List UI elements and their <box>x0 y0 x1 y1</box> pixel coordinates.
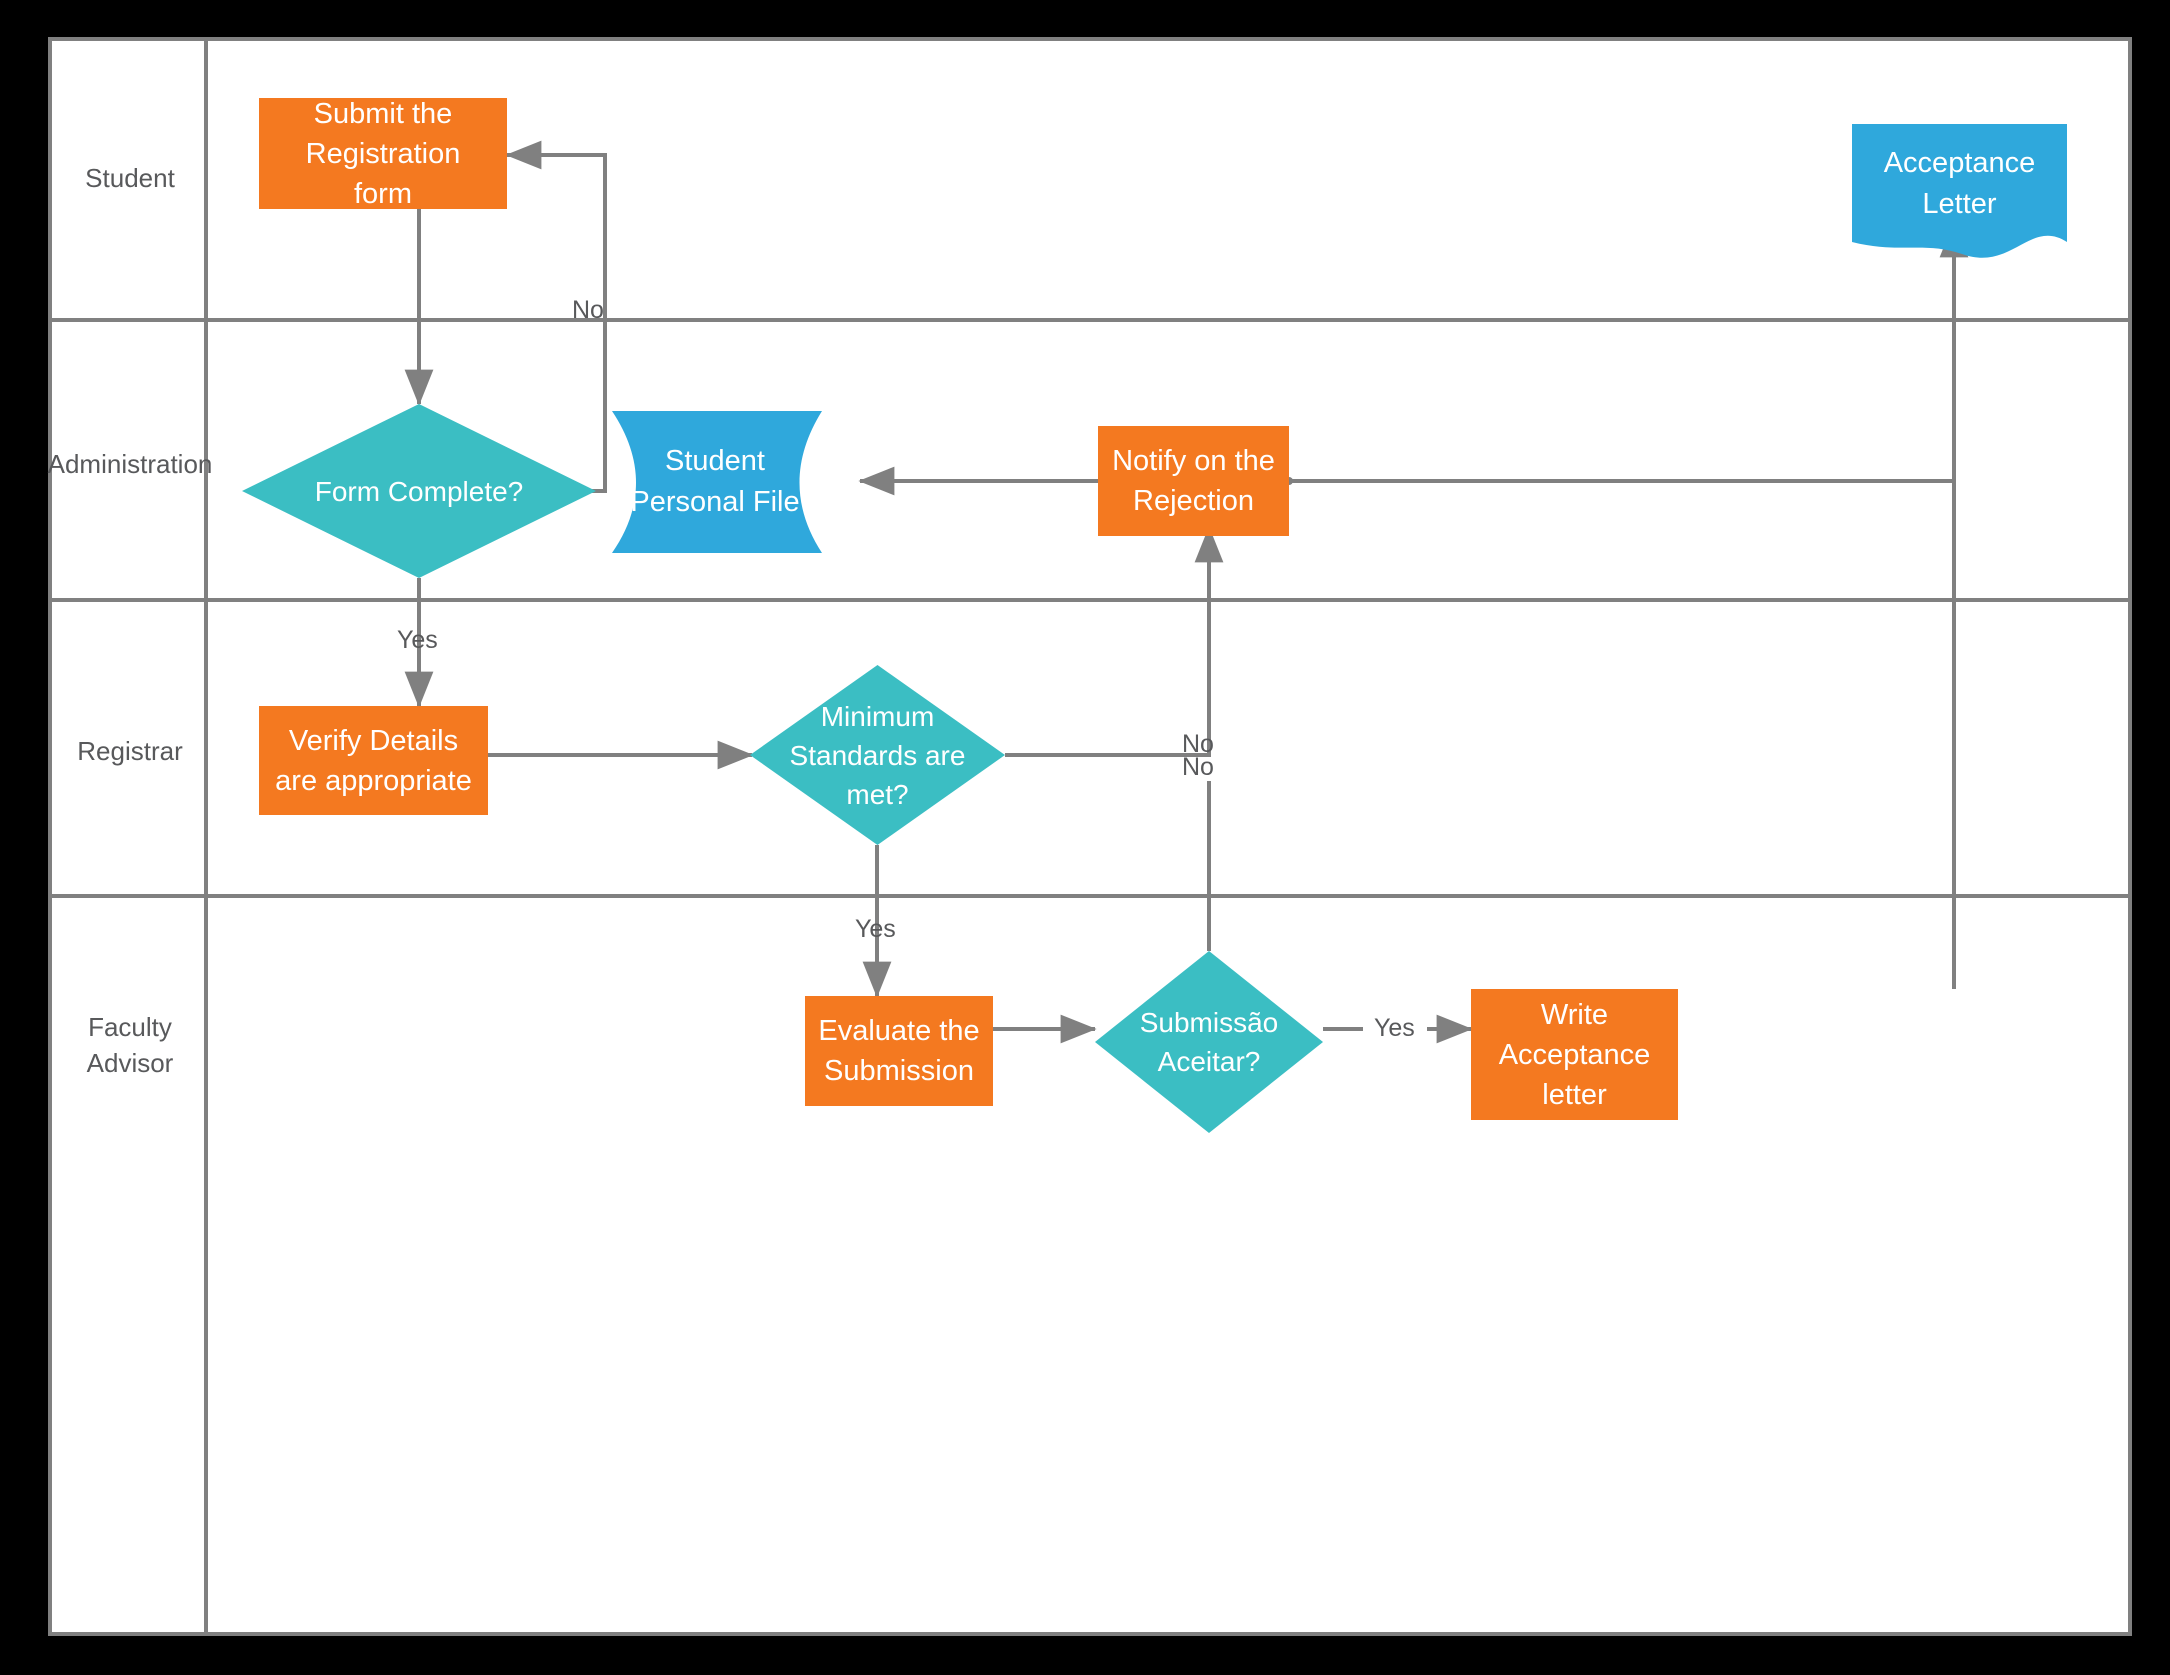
lane-label-faculty-advisor: Faculty Advisor <box>42 1009 218 1081</box>
edge-label-min-standards-yes: Yes <box>855 915 896 943</box>
edge-minstandards-no-to-notify <box>1005 526 1224 757</box>
node-label: Acceptance Letter <box>1883 147 2036 220</box>
edge-label-min-standards-no-lower: No <box>1182 753 1214 781</box>
lane-label-registrar: Registrar <box>77 736 183 766</box>
node-submit-registration-form[interactable]: Submit the Registration form <box>259 98 507 210</box>
node-minimum-standards-are-met[interactable]: Minimum Standards are met? <box>750 665 1005 845</box>
node-notify-on-the-rejection[interactable]: Notify on the Rejection <box>1098 426 1289 536</box>
diagram-canvas: Student Administration Registrar Faculty… <box>0 0 2170 1675</box>
lane-separator-1 <box>52 318 2128 322</box>
node-acceptance-letter[interactable]: Acceptance Letter <box>1852 124 2067 264</box>
node-label: Submissão Aceitar? <box>1139 1007 1279 1077</box>
node-write-acceptance-letter[interactable]: Write Acceptance letter <box>1471 989 1678 1120</box>
node-label: Minimum Standards are met? <box>789 700 966 810</box>
node-submissao-aceitar[interactable]: Submissão Aceitar? <box>1095 951 1323 1133</box>
connector-layer <box>404 140 1969 1640</box>
node-evaluate-the-submission[interactable]: Evaluate the Submission <box>805 996 993 1106</box>
lane-separator-2 <box>52 598 2128 602</box>
node-label: Student Personal File <box>630 445 800 518</box>
node-label: Evaluate the Submission <box>818 1015 980 1087</box>
node-verify-details-are-appropriate[interactable]: Verify Details are appropriate <box>259 706 488 815</box>
node-label: Submit the Registration form <box>305 97 461 210</box>
node-label: Notify on the Rejection <box>1112 445 1275 517</box>
node-student-personal-file[interactable]: Student Personal File <box>612 411 860 553</box>
node-label: Write Acceptance letter <box>1498 998 1651 1111</box>
node-form-complete[interactable]: Form Complete? <box>242 404 596 578</box>
edge-label-form-complete-yes: Yes <box>397 626 438 654</box>
node-label: Verify Details are appropriate <box>275 724 472 797</box>
edge-label-form-complete-no: No <box>572 296 604 324</box>
node-label: Form Complete? <box>314 475 524 507</box>
swimlane-frame: Student Administration Registrar Faculty… <box>48 37 2132 1636</box>
lane-label-divider <box>204 41 208 1632</box>
lane-separator-3 <box>52 894 2128 898</box>
lane-label-administration: Administration <box>47 449 213 479</box>
lane-label-faculty-advisor-line1: Faculty <box>88 1012 172 1042</box>
lane-label-student: Student <box>85 163 175 193</box>
lane-label-faculty-advisor-line2: Advisor <box>86 1048 174 1078</box>
edge-label-submissao-aceitar-yes: Yes <box>1374 1014 1415 1042</box>
